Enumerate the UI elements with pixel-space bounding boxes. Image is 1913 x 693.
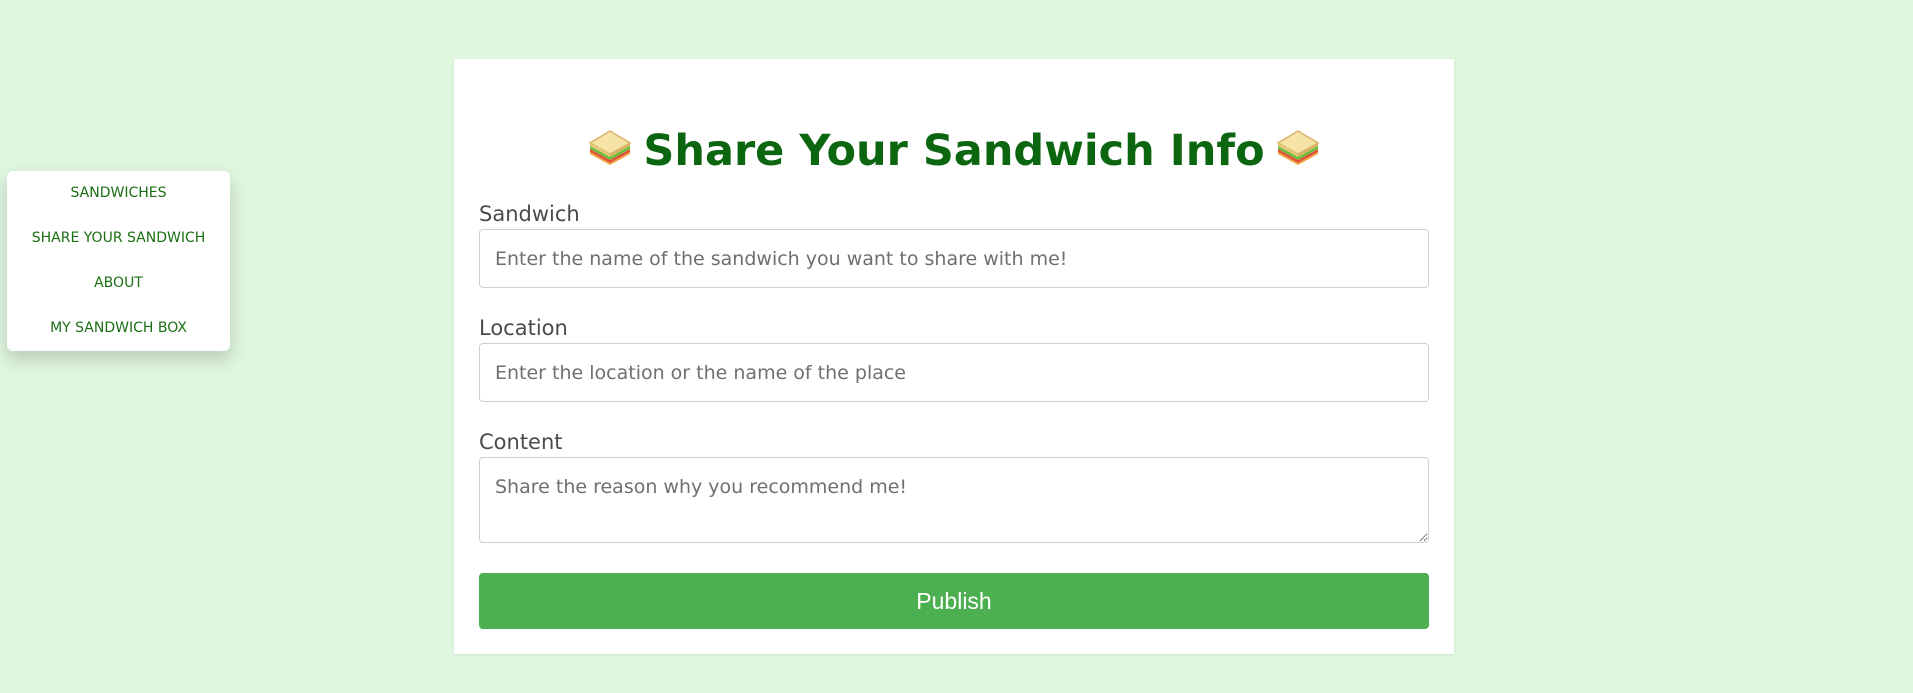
location-label: Location <box>479 316 568 340</box>
sandwich-input[interactable] <box>479 229 1429 288</box>
sandwich-label: Sandwich <box>479 202 580 226</box>
content-label: Content <box>479 430 563 454</box>
page-title: Share Your Sandwich Info <box>643 126 1265 176</box>
nav-item-about[interactable]: ABOUT <box>7 273 230 294</box>
content-textarea[interactable] <box>479 457 1429 543</box>
sandwich-icon <box>588 130 632 165</box>
publish-button[interactable]: Publish <box>479 573 1429 629</box>
nav-item-share-your-sandwich[interactable]: SHARE YOUR SANDWICH <box>7 228 230 249</box>
side-nav: SANDWICHES SHARE YOUR SANDWICH ABOUT MY … <box>7 171 230 351</box>
nav-item-my-sandwich-box[interactable]: MY SANDWICH BOX <box>7 318 230 339</box>
share-form-card: Share Your Sandwich Info Sandwich Locati… <box>454 59 1454 654</box>
page: SANDWICHES SHARE YOUR SANDWICH ABOUT MY … <box>0 0 1913 693</box>
nav-item-sandwiches[interactable]: SANDWICHES <box>7 183 230 204</box>
sandwich-icon <box>1276 130 1320 165</box>
location-input[interactable] <box>479 343 1429 402</box>
title-row: Share Your Sandwich Info <box>454 121 1454 181</box>
